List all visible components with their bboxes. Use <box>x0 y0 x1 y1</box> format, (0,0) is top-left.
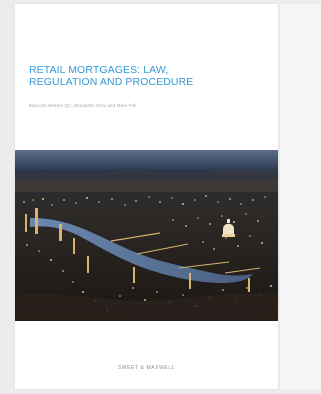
cover-photo <box>15 150 278 321</box>
right-side-panel <box>280 4 321 389</box>
book-title: RETAIL MORTGAGES: LAW, REGULATION AND PR… <box>29 64 194 88</box>
book-cover[interactable]: RETAIL MORTGAGES: LAW, REGULATION AND PR… <box>15 4 278 389</box>
publisher-name: SWEET & MAXWELL <box>117 365 176 371</box>
book-cover-viewer: RETAIL MORTGAGES: LAW, REGULATION AND PR… <box>0 0 321 394</box>
book-authors: Malcolm Waters QC, Elizabeth Grey and Ma… <box>29 103 137 108</box>
